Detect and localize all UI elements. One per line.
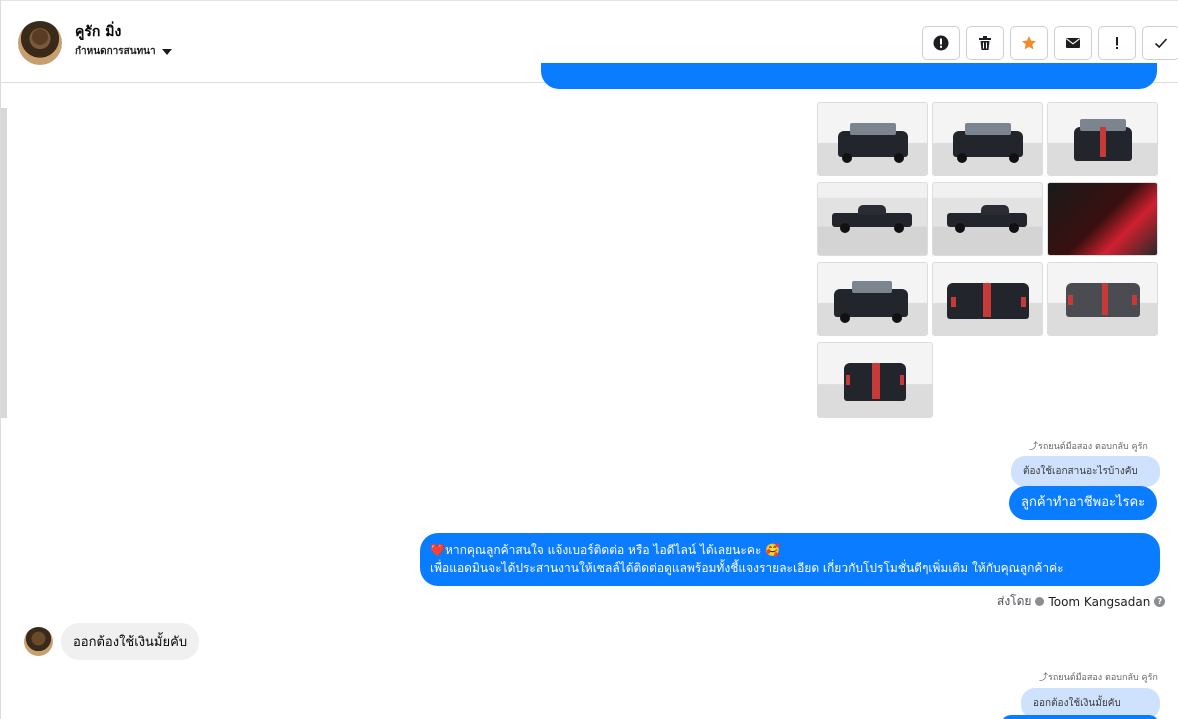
header-actions xyxy=(922,26,1178,60)
car-photo[interactable] xyxy=(932,262,1043,336)
car-photo[interactable] xyxy=(1047,262,1158,336)
car-photo[interactable] xyxy=(932,182,1043,256)
heart-emoji: ❤️ xyxy=(430,543,445,557)
outgoing-message[interactable]: ❤️หากคุณลูกค้าสนใจ แจ้งเบอร์ติดต่อ หรือ … xyxy=(420,533,1160,586)
check-icon xyxy=(1154,38,1168,49)
verified-icon xyxy=(1035,597,1045,606)
outgoing-message[interactable] xyxy=(1001,715,1159,719)
help-icon[interactable]: ? xyxy=(1154,596,1166,607)
inbox-app: คูรัก มิ่ง กำหนดการสนทนา ⤴รถยนต์มือสอง ต… xyxy=(0,0,1178,719)
car-photo[interactable] xyxy=(932,102,1043,176)
previous-message-bubble xyxy=(541,63,1157,89)
contact-name[interactable]: คูรัก มิ่ง xyxy=(75,21,121,43)
caret-down-icon xyxy=(161,48,172,55)
mark-done-button[interactable] xyxy=(1142,26,1178,60)
customer-avatar[interactable] xyxy=(24,627,53,656)
contact-avatar[interactable] xyxy=(18,21,62,65)
mail-button[interactable] xyxy=(1054,26,1092,60)
car-photo[interactable] xyxy=(817,182,928,256)
quoted-message: ต้องใช้เอกสานอะไรบ้างคับ xyxy=(1011,456,1160,487)
alert-button[interactable] xyxy=(922,26,960,60)
mark-important-button[interactable] xyxy=(1098,26,1136,60)
car-photo[interactable] xyxy=(817,262,928,336)
car-photo[interactable] xyxy=(1047,102,1158,176)
exclamation-icon xyxy=(1116,37,1118,49)
star-button[interactable] xyxy=(1010,26,1048,60)
car-photo[interactable] xyxy=(817,342,933,418)
stage-dropdown[interactable]: กำหนดการสนทนา xyxy=(75,44,172,59)
outgoing-message[interactable]: ลูกค้าทำอาชีพอะไรคะ xyxy=(1009,486,1158,520)
car-photo[interactable] xyxy=(817,102,928,176)
delete-button[interactable] xyxy=(966,26,1004,60)
reply-meta: ⤴รถยนต์มือสอง ตอบกลับ คูรัก xyxy=(1029,442,1148,452)
star-icon xyxy=(1022,36,1036,50)
alert-icon xyxy=(933,35,949,51)
sender-name[interactable]: Toom Kangsadan xyxy=(1048,595,1150,609)
mail-icon xyxy=(1066,38,1080,48)
car-interior-photo[interactable] xyxy=(1047,182,1158,256)
stage-label: กำหนดการสนทนา xyxy=(75,46,156,57)
promo-line-1: หากคุณลูกค้าสนใจ แจ้งเบอร์ติดต่อ หรือ ไอ… xyxy=(444,543,781,557)
reply-meta: ⤴รถยนต์มือสอง ตอบกลับ คูรัก xyxy=(1039,673,1158,683)
promo-line-2: เพื่อแอดมินจะได้ประสานงานให้เซลล์ได้ติดต… xyxy=(430,561,1064,575)
message-thread[interactable]: ⤴รถยนต์มือสอง ตอบกลับ คูรัก ต้องใช้เอกสา… xyxy=(1,63,1178,719)
sent-by-label: ส่งโดย xyxy=(997,594,1032,608)
trash-icon xyxy=(979,36,991,50)
incoming-message[interactable]: ออกต้องใช้เงินมั้ยคับ xyxy=(61,623,200,660)
sent-by-info: ส่งโดย Toom Kangsadan ? xyxy=(997,592,1166,611)
